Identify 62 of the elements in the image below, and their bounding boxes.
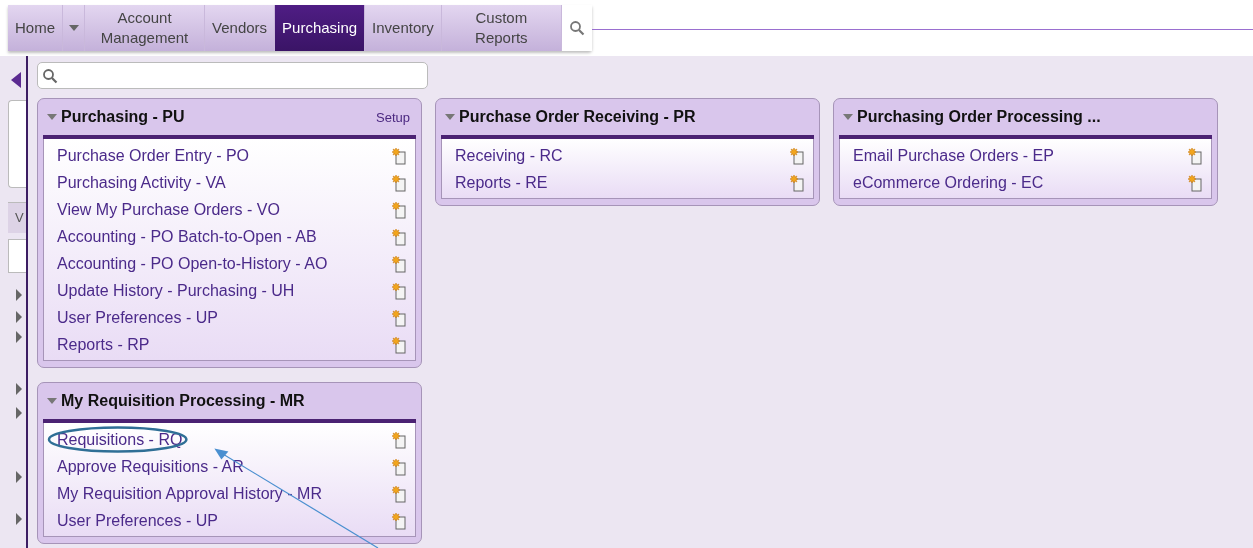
menu-link[interactable]: Reports - RE [455,173,548,192]
menu-link[interactable]: Purchase Order Entry - PO [57,146,250,165]
menu-link[interactable]: Purchasing Activity - VA [57,173,226,192]
nav-tab[interactable]: Home [8,5,63,51]
menu-link[interactable]: Accounting - PO Batch-to-Open - AB [57,227,317,246]
shortcut-icon[interactable] [392,430,406,449]
shortcut-icon[interactable] [392,457,406,476]
menu-link[interactable]: Receiving - RC [455,146,563,165]
shortcut-icon[interactable] [392,200,406,219]
collapse-toggle-icon[interactable] [47,398,57,404]
shortcut-icon[interactable] [392,511,406,530]
menu-link[interactable]: View My Purchase Orders - VO [57,200,280,219]
shortcut-icon[interactable] [790,146,804,165]
shortcut-icon[interactable] [392,173,406,192]
sidebar-field [8,239,26,273]
setup-link[interactable]: Setup [376,109,416,125]
shortcut-icon[interactable] [790,173,804,192]
menu-link[interactable]: My Requisition Approval History - MR [57,484,322,503]
shortcut-icon[interactable] [392,335,406,354]
collapse-toggle-icon[interactable] [843,114,853,120]
nav-tab[interactable]: Custom Reports [441,5,562,51]
search-field[interactable] [37,62,428,89]
shortcut-icon[interactable] [1188,146,1202,165]
shortcut-icon[interactable] [392,146,406,165]
panel-title: My Requisition Processing - MR [61,392,306,410]
menu-link[interactable]: Reports - RP [57,335,150,354]
expand-arrow-icon[interactable] [16,381,22,393]
search-icon [568,20,585,36]
nav-tab[interactable]: Inventory [365,5,442,51]
shortcut-icon[interactable] [392,227,406,246]
menu-link[interactable]: Approve Requisitions - AR [57,457,244,476]
nav-tab[interactable]: Purchasing [275,5,366,51]
shortcut-icon[interactable] [392,484,406,503]
shortcut-icon[interactable] [392,254,406,273]
expand-arrow-icon[interactable] [16,329,22,341]
nav-tab[interactable]: Vendors [205,5,276,51]
dropdown-button[interactable] [63,5,85,51]
menu-link[interactable]: Update History - Purchasing - UH [57,281,295,300]
caret-icon [68,25,79,31]
panel-title: Purchase Order Receiving - PR [459,108,697,126]
shortcut-icon[interactable] [392,281,406,300]
collapse-arrow-icon[interactable] [11,72,21,88]
search-icon [42,67,58,84]
nav-tab[interactable]: Account Management [85,5,205,51]
menu-link[interactable]: eCommerce Ordering - EC [853,173,1044,192]
expand-arrow-icon[interactable] [16,287,22,299]
menu-link[interactable]: User Preferences - UP [57,511,218,530]
collapse-toggle-icon[interactable] [445,114,455,120]
menu-link[interactable]: Accounting - PO Open-to-History - AO [57,254,328,273]
search-button[interactable] [561,5,592,51]
expand-arrow-icon[interactable] [16,405,22,417]
panel-title: Purchasing Order Processing ... [857,108,1102,126]
expand-arrow-icon[interactable] [16,469,22,481]
panel-title: Purchasing - PU [61,108,186,126]
expand-arrow-icon[interactable] [16,309,22,321]
shortcut-icon[interactable] [1188,173,1202,192]
menu-link[interactable]: Email Purchase Orders - EP [853,146,1054,165]
collapse-toggle-icon[interactable] [47,114,57,120]
shortcut-icon[interactable] [392,308,406,327]
expand-arrow-icon[interactable] [16,511,22,523]
menu-link[interactable]: User Preferences - UP [57,308,218,327]
sidebar-tab[interactable]: V [8,202,26,233]
